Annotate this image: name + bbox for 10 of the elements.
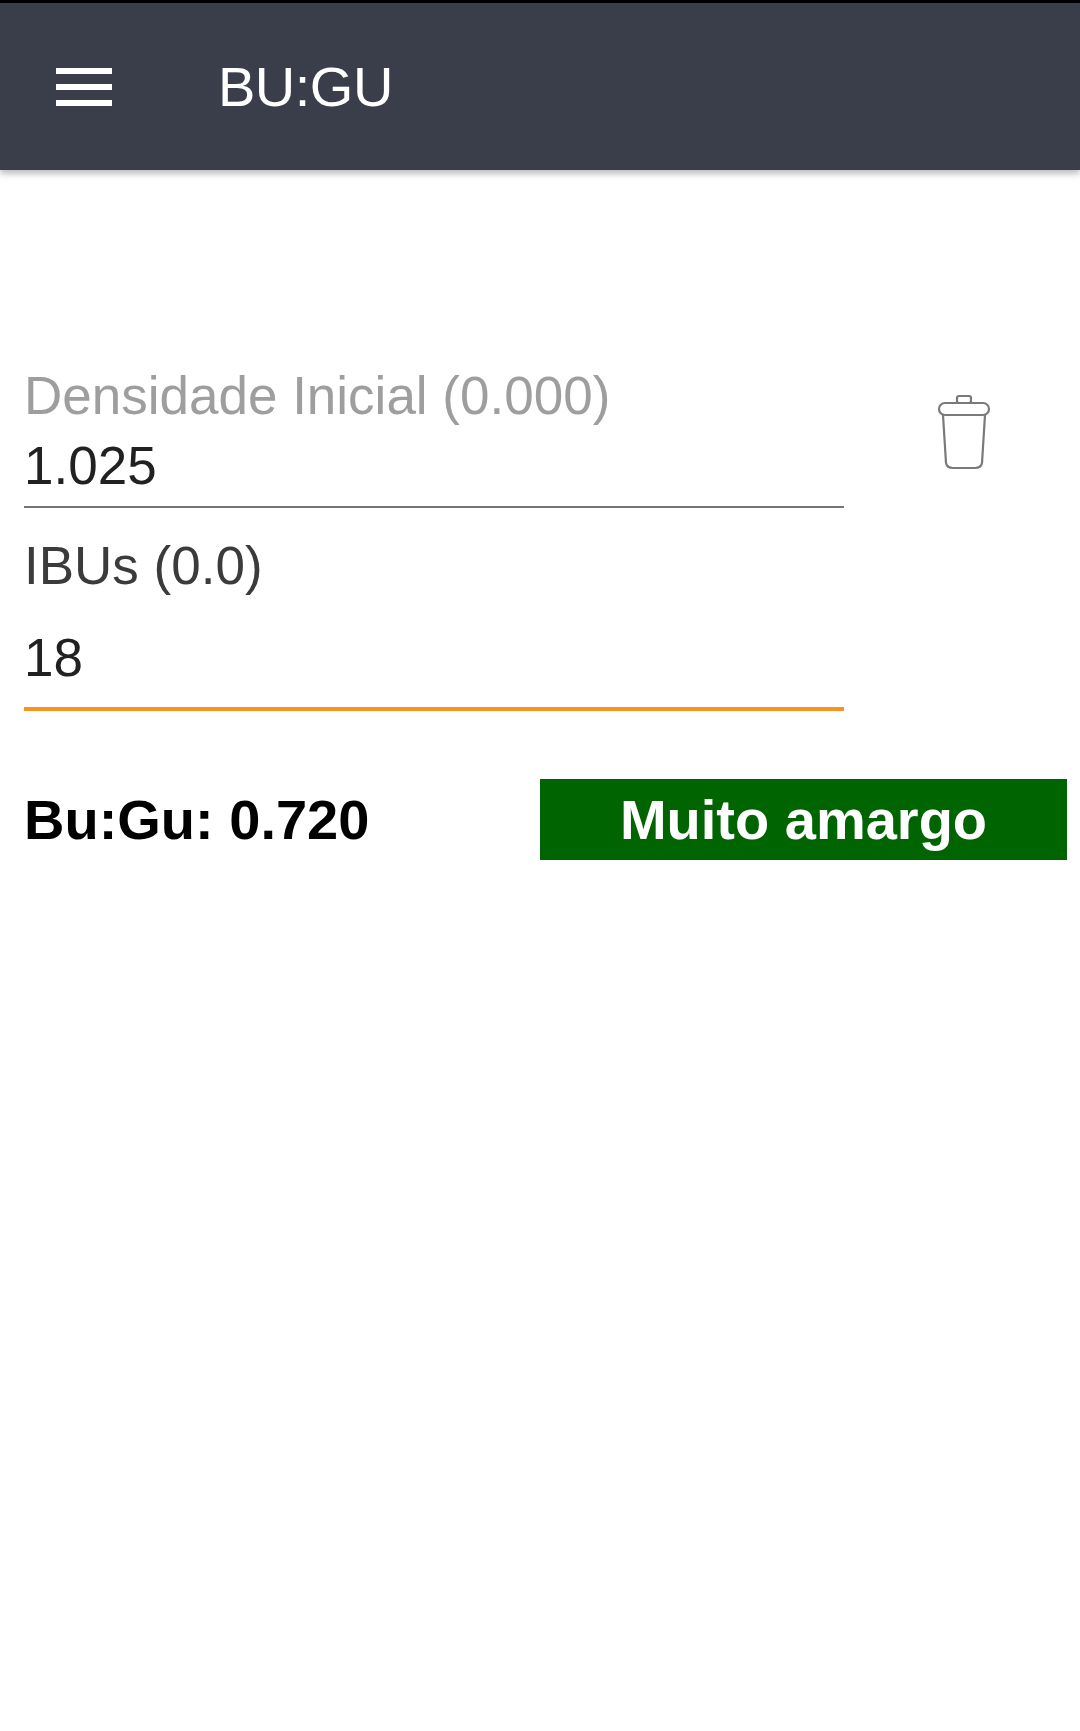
input-field[interactable]: 1.025 [24, 433, 844, 508]
bitterness-rating: Muito amargo [540, 779, 1067, 861]
delete-button[interactable] [937, 394, 991, 470]
trash-icon [937, 394, 991, 470]
bu-gu-ratio: Bu:Gu: 0.720 [24, 787, 371, 854]
menu-icon[interactable] [56, 67, 112, 106]
input-field[interactable]: 18 [24, 626, 844, 712]
app-title: BU:GU [218, 53, 393, 120]
field-label: IBUs (0.0) [24, 534, 264, 597]
field-label: Densidade Inicial (0.000) [24, 365, 612, 427]
